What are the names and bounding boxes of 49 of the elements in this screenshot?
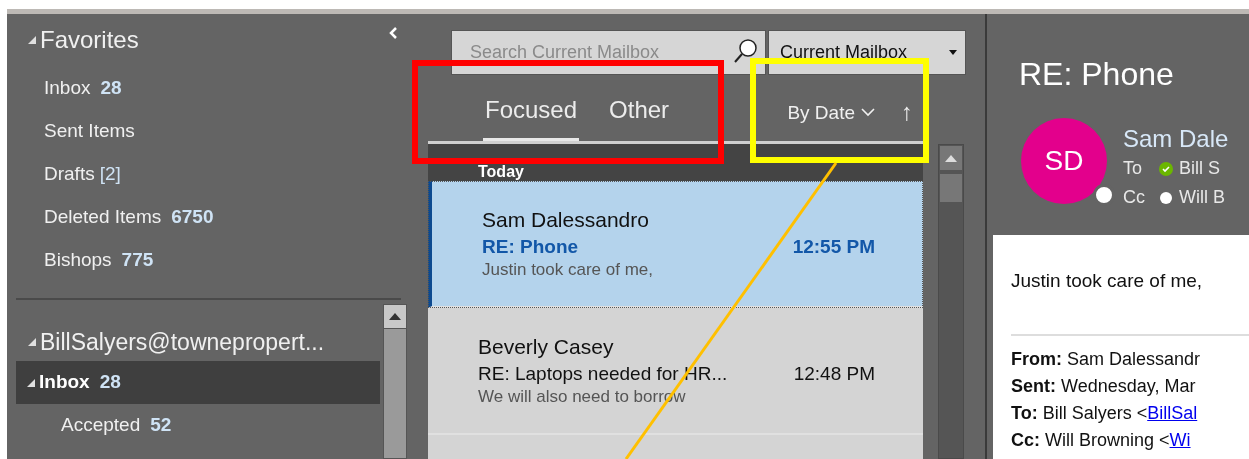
unread-count: [2] bbox=[99, 162, 121, 187]
unread-count: 52 bbox=[150, 413, 172, 438]
section-header[interactable]: Favorites bbox=[7, 21, 410, 59]
message-time: 12:48 PM bbox=[793, 362, 875, 386]
unread-count: 28 bbox=[99, 370, 121, 395]
message-item[interactable]: Sam Dalessandro RE: Phone 12:55 PM Justin took care of me, bbox=[428, 181, 923, 308]
message-title: RE: Phone bbox=[1019, 55, 1175, 94]
scroll-thumb[interactable] bbox=[939, 173, 963, 203]
folder-item[interactable]: Accepted 52 bbox=[7, 404, 383, 447]
folder-item[interactable]: Bishops 775 bbox=[7, 239, 410, 282]
folder-item[interactable]: Inbox 28 bbox=[16, 361, 380, 404]
folder-item[interactable]: Inbox 28 bbox=[7, 67, 410, 110]
tab[interactable]: Other bbox=[607, 92, 672, 141]
expanded-icon[interactable] bbox=[26, 377, 36, 388]
email-link[interactable]: BillSal bbox=[1147, 402, 1198, 423]
header-line: Cc: Will Browning <Wi bbox=[1011, 428, 1192, 452]
account-header[interactable]: BillSalyers@townepropert... bbox=[7, 323, 383, 361]
header-line: Sent: Wednesday, Mar bbox=[1011, 374, 1197, 398]
scroll-up-icon[interactable] bbox=[389, 313, 401, 320]
unread-count: 775 bbox=[121, 248, 154, 273]
body-text: Justin took care of me, bbox=[1011, 269, 1204, 293]
folder-item[interactable]: Sent Items bbox=[7, 110, 410, 153]
recipient-label: Cc bbox=[1123, 186, 1146, 209]
sort-direction-button[interactable]: ↑ bbox=[901, 94, 913, 141]
message-preview: Justin took care of me, bbox=[482, 259, 655, 281]
sort-button[interactable]: By Date bbox=[787, 98, 875, 141]
unread-count: 6750 bbox=[171, 205, 214, 230]
header-line: From: Sam Dalessandr bbox=[1011, 347, 1202, 371]
unread-count: 28 bbox=[100, 76, 122, 101]
sender-name: Sam Dalessandro bbox=[482, 207, 650, 233]
sender-name: Beverly Casey bbox=[478, 334, 615, 360]
folder-item[interactable]: Drafts [2] bbox=[7, 153, 410, 196]
chevron-down-icon bbox=[861, 108, 875, 118]
expanded-icon[interactable] bbox=[27, 35, 37, 45]
message-subject: RE: Phone bbox=[482, 235, 580, 259]
collapse-icon[interactable] bbox=[388, 26, 398, 40]
folder-item[interactable]: Deleted Items 6750 bbox=[7, 196, 410, 239]
message-time: 12:55 PM bbox=[792, 235, 875, 259]
dropdown-icon bbox=[949, 50, 957, 55]
recipient-name[interactable]: Bill S bbox=[1179, 155, 1220, 182]
scrollbar[interactable] bbox=[383, 304, 407, 459]
sender-name[interactable]: Sam Dale bbox=[1123, 124, 1229, 154]
expanded-icon[interactable] bbox=[27, 337, 37, 347]
header-line: To: Bill Salyers <BillSal bbox=[1011, 401, 1199, 425]
email-link[interactable]: Wi bbox=[1169, 429, 1191, 450]
recipient-name[interactable]: Will B bbox=[1179, 184, 1225, 211]
scrollbar[interactable] bbox=[938, 144, 964, 459]
recipient-label: To bbox=[1123, 157, 1143, 180]
scroll-up-icon[interactable] bbox=[945, 154, 957, 162]
